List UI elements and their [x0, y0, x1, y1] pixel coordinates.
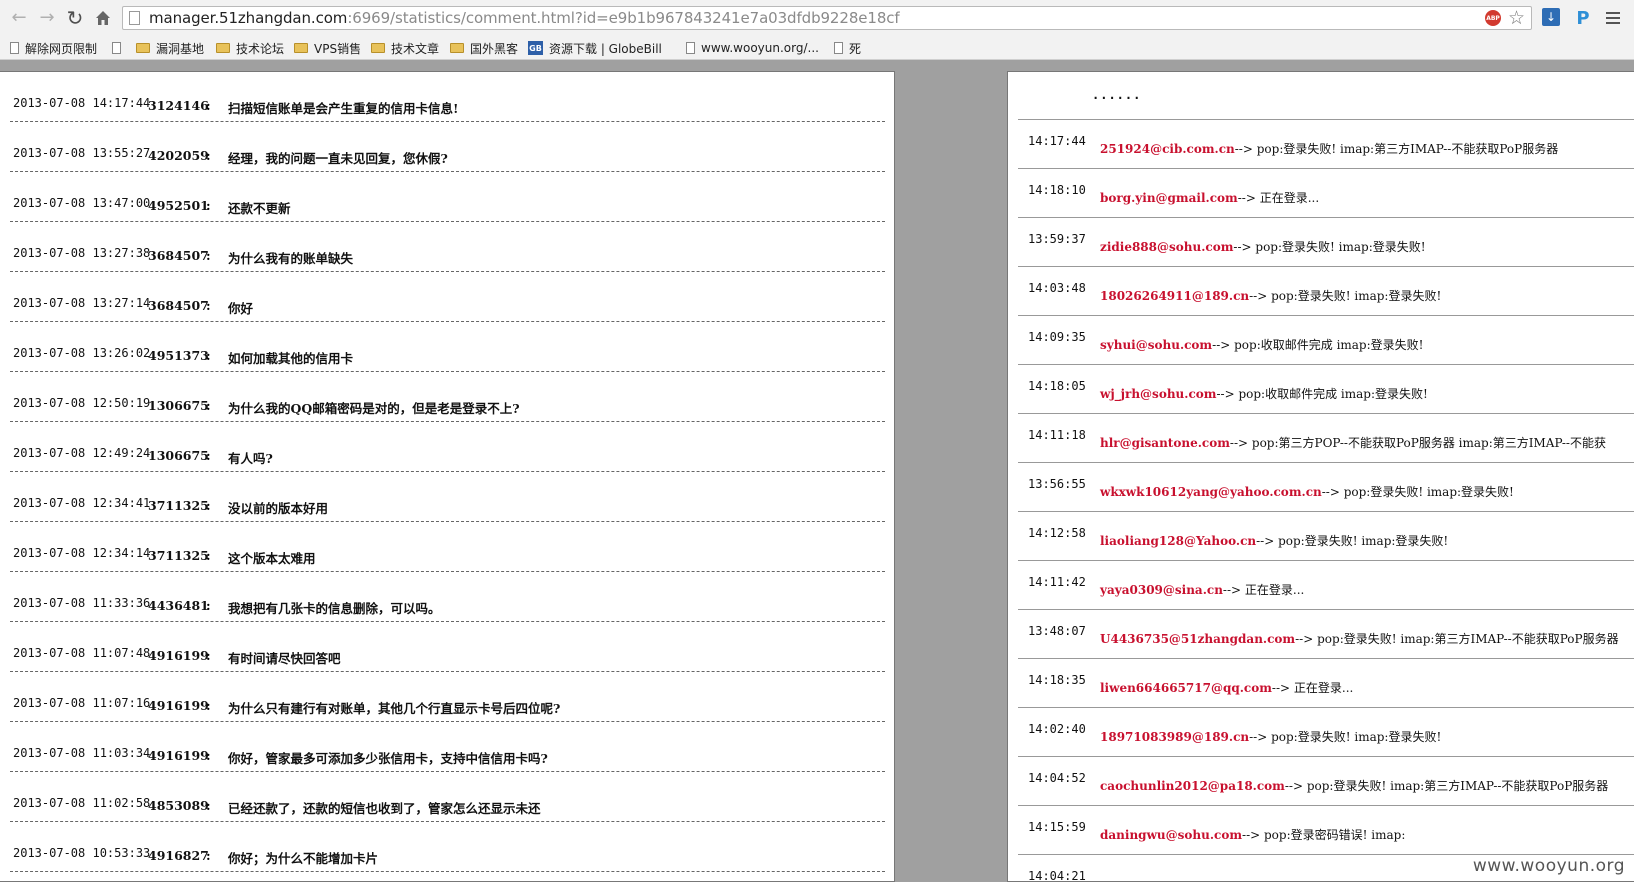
bookmarks-bar: 解除网页限制 漏洞基地 技术论坛 VPS销售 技术文章 国外黑客 GB 资源下载 …: [0, 36, 1634, 60]
comment-row: 2013-07-08 12:34:41 3711325: 没以前的版本好用: [10, 472, 885, 522]
download-extension-icon[interactable]: ↓: [1542, 8, 1560, 26]
folder-icon: [450, 43, 464, 53]
watermark: www.wooyun.org: [1469, 856, 1628, 876]
email-address: 18026264911@189.cn: [1100, 289, 1250, 303]
bookmark-folder[interactable]: 漏洞基地: [136, 39, 204, 57]
email-address: borg.yin@gmail.com: [1100, 191, 1238, 205]
email-address: yaya0309@sina.cn: [1100, 583, 1223, 597]
comment-row: 2013-07-08 11:33:36 4436481: 我想把有几张卡的信息删除，…: [10, 572, 885, 622]
back-icon[interactable]: ←: [8, 8, 30, 28]
bookmark-folder[interactable]: 技术文章: [371, 39, 439, 57]
comment-row: 2013-07-08 13:27:38 3684507: 为什么我有的账单缺失: [10, 222, 885, 272]
adblock-icon[interactable]: ABP: [1485, 10, 1501, 26]
comment-row: 2013-07-08 11:07:48 4916199: 有时间请尽快回答吧: [10, 622, 885, 672]
comment-row: 2013-07-08 11:07:16 4916199: 为什么只有建行有对账单，其…: [10, 672, 885, 722]
login-row: 13:59:37 zidie888@sohu.com--> pop:登录失败! i…: [1018, 218, 1634, 267]
comment-row: 2013-07-08 12:34:14 3711325: 这个版本太难用: [10, 522, 885, 572]
comment-row: 2013-07-08 11:03:34 4916199: 你好，管家最多可添加多少张…: [10, 722, 885, 772]
p-extension-icon[interactable]: P: [1574, 8, 1592, 29]
login-status-panel: ...... 14:17:44 251924@cib.com.cn--> pop:…: [1007, 71, 1634, 882]
folder-icon: [294, 43, 308, 53]
comment-row: 2013-07-08 10:53:33 4916827: 你好；为什么不能增加卡片: [10, 822, 885, 872]
home-icon[interactable]: [92, 8, 114, 28]
page-icon: [834, 42, 843, 54]
email-address: liaoliang128@Yahoo.cn: [1100, 534, 1257, 548]
page-icon: [129, 11, 140, 25]
page-icon: [112, 42, 121, 54]
login-row: 14:02:40 18971083989@189.cn--> pop:登录失败! …: [1018, 708, 1634, 757]
folder-icon: [136, 43, 150, 53]
comment-row: 2013-07-08 13:55:27 4202059: 经理，我的问题一直未见回复…: [10, 122, 885, 172]
login-row: 14:09:35 syhui@sohu.com--> pop:收取邮件完成 ima…: [1018, 316, 1634, 365]
address-url: manager.51zhangdan.com:6969/statistics/c…: [149, 9, 900, 27]
comment-row: 2013-07-08 12:50:19 1306675: 为什么我的QQ邮箱密码是对…: [10, 372, 885, 422]
login-row: 14:04:52 caochunlin2012@pa18.com--> pop:登…: [1018, 757, 1634, 806]
login-row: 14:15:59 daningwu@sohu.com--> pop:登录密码错误!…: [1018, 806, 1634, 855]
page-icon: [686, 42, 695, 54]
login-row: 14:18:35 liwen664665717@qq.com--> 正在登录...: [1018, 659, 1634, 708]
folder-icon: [216, 43, 230, 53]
email-address: wj_jrh@sohu.com: [1100, 387, 1217, 401]
bookmark-item[interactable]: 死: [834, 39, 861, 57]
login-row: 14:18:10 borg.yin@gmail.com--> 正在登录...: [1018, 169, 1634, 218]
comments-panel: 2013-07-08 14:17:44 3124146: 扫描短信账单是会产生重复的…: [0, 71, 895, 882]
login-header: ......: [1092, 88, 1142, 102]
email-address: U4436735@51zhangdan.com: [1100, 632, 1296, 646]
bookmark-folder[interactable]: VPS销售: [294, 39, 361, 57]
menu-icon[interactable]: [1604, 8, 1622, 28]
bookmark-item[interactable]: 解除网页限制: [10, 39, 97, 57]
bookmark-item[interactable]: [112, 39, 127, 57]
address-bar[interactable]: manager.51zhangdan.com:6969/statistics/c…: [122, 6, 1532, 30]
forward-icon[interactable]: →: [36, 8, 58, 28]
page-icon: [10, 42, 19, 54]
email-address: caochunlin2012@pa18.com: [1100, 779, 1285, 793]
comment-row: 2013-07-08 14:17:44 3124146: 扫描短信账单是会产生重复的…: [10, 72, 885, 122]
login-row: 14:11:42 yaya0309@sina.cn--> 正在登录...: [1018, 561, 1634, 610]
browser-toolbar: ← → ↻ manager.51zhangdan.com:6969/statis…: [0, 0, 1634, 36]
email-address: hlr@gisantone.com: [1100, 436, 1230, 450]
comment-row: 2013-07-08 13:47:00 4952501: 还款不更新: [10, 172, 885, 222]
bookmark-folder[interactable]: 技术论坛: [216, 39, 284, 57]
login-row: 14:11:18 hlr@gisantone.com--> pop:第三方POP-…: [1018, 414, 1634, 463]
email-address: liwen664665717@qq.com: [1100, 681, 1272, 695]
login-row: 14:03:48 18026264911@189.cn--> pop:登录失败! …: [1018, 267, 1634, 316]
comment-row: 2013-07-08 11:02:58 4853089: 已经还款了，还款的短信也收…: [10, 772, 885, 822]
bookmark-star-icon[interactable]: ☆: [1508, 7, 1525, 29]
comment-row: 2013-07-08 13:26:02 4951373: 如何加载其他的信用卡: [10, 322, 885, 372]
email-address: zidie888@sohu.com: [1100, 240, 1234, 254]
email-address: 251924@cib.com.cn: [1100, 142, 1235, 156]
comment-row: 2013-07-08 13:27:14 3684507: 你好: [10, 272, 885, 322]
bookmark-item[interactable]: GB 资源下载 | GlobeBill: [528, 39, 662, 57]
login-row: 14:17:44 251924@cib.com.cn--> pop:登录失败! i…: [1018, 120, 1634, 169]
email-address: daningwu@sohu.com: [1100, 828, 1243, 842]
comment-row: 2013-07-08 12:49:24 1306675: 有人吗?: [10, 422, 885, 472]
bookmark-folder[interactable]: 国外黑客: [450, 39, 518, 57]
login-row: 14:18:05 wj_jrh@sohu.com--> pop:收取邮件完成 im…: [1018, 365, 1634, 414]
login-row: 13:48:07 U4436735@51zhangdan.com--> pop:登…: [1018, 610, 1634, 659]
login-row: 13:56:55 wkxwk10612yang@yahoo.com.cn--> p…: [1018, 463, 1634, 512]
folder-icon: [371, 43, 385, 53]
login-row: 14:12:58 liaoliang128@Yahoo.cn--> pop:登录失…: [1018, 512, 1634, 561]
bookmark-item[interactable]: www.wooyun.org/...: [686, 39, 819, 57]
email-address: wkxwk10612yang@yahoo.com.cn: [1100, 485, 1322, 499]
globebill-icon: GB: [528, 41, 543, 55]
reload-icon[interactable]: ↻: [64, 8, 86, 28]
email-address: syhui@sohu.com: [1100, 338, 1213, 352]
email-address: 18971083989@189.cn: [1100, 730, 1250, 744]
